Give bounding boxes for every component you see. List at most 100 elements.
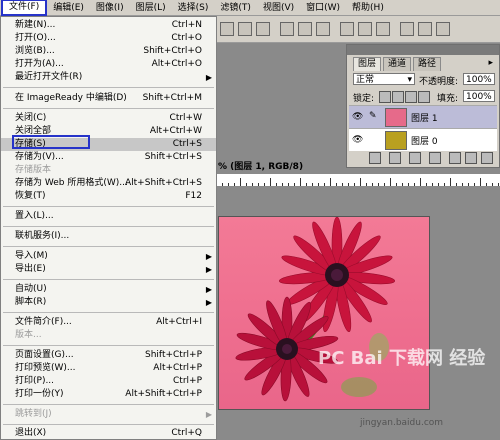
menu-separator [3,404,214,405]
menu-item-scripts[interactable]: 脚本(R) ▶ [1,296,216,309]
lock-all-icon[interactable] [418,91,430,103]
fill-input[interactable]: 100% [463,90,495,102]
layer-row[interactable]: 👁 图层 0 [349,128,497,151]
menu-item-new[interactable]: 新建(N)... Ctrl+N [1,19,216,32]
layer-thumbnail [385,131,407,150]
adjustment-layer-icon[interactable] [429,152,441,164]
layer-style-icon[interactable] [389,152,401,164]
menu-item-browse[interactable]: 浏览(B)... Shift+Ctrl+O [1,45,216,58]
align-left-icon[interactable] [220,22,234,36]
menu-item-open[interactable]: 打开(O)... Ctrl+O [1,32,216,45]
menu-item-edit-in-imageready[interactable]: 在 ImageReady 中编辑(D) Shift+Ctrl+M [1,92,216,105]
align-center-icon[interactable] [238,22,252,36]
submenu-arrow-icon: ▶ [205,265,212,274]
distribute-top-icon[interactable] [340,22,354,36]
menu-item-label: 退出(X) [15,428,47,438]
distribute-right-icon[interactable] [436,22,450,36]
menu-item-versions: 版本... [1,329,216,342]
menu-item-place[interactable]: 置入(L)... [1,210,216,223]
menu-item-save-as[interactable]: 存储为(V)... Shift+Ctrl+S [1,151,216,164]
lock-image-icon[interactable] [392,91,404,103]
eye-icon[interactable]: 👁 [352,112,363,122]
menu-item-print-one-copy[interactable]: 打印一份(Y) Alt+Shift+Ctrl+P [1,388,216,401]
photo-canvas[interactable] [218,216,430,410]
menu-item-label: 新建(N)... [15,20,56,30]
menu-item-label: 文件简介(F)... [15,317,72,327]
menu-item-shortcut: Shift+Ctrl+P [145,350,202,360]
menu-image[interactable]: 图像(I) [90,0,130,16]
ruler-tick [270,178,271,186]
menu-item-exit[interactable]: 退出(X) Ctrl+Q [1,427,216,440]
menu-item-page-setup[interactable]: 页面设置(G)... Shift+Ctrl+P [1,349,216,362]
new-group-icon[interactable] [449,152,461,164]
menu-item-label: 打印一份(Y) [15,389,64,399]
menu-item-shortcut: Ctrl+Q [171,428,202,438]
menu-item-automate[interactable]: 自动(U) ▶ [1,283,216,296]
menu-item-label: 页面设置(G)... [15,350,74,360]
menu-separator [3,108,214,109]
menu-item-print[interactable]: 打印(P)... Ctrl+P [1,375,216,388]
link-layers-icon[interactable] [369,152,381,164]
lock-position-icon[interactable] [405,91,417,103]
layer-actions-bar [347,151,500,165]
menu-item-file-info[interactable]: 文件简介(F)... Alt+Ctrl+I [1,316,216,329]
blend-mode-select[interactable]: 正常 ▾ [353,73,415,85]
menu-separator [3,279,214,280]
tab-layers[interactable]: 图层 [353,57,382,71]
panel-menu-icon[interactable]: ▸ [488,58,493,68]
menu-item-export[interactable]: 导出(E) ▶ [1,263,216,276]
panel-titlebar[interactable] [347,45,499,55]
menu-item-shortcut: Alt+Ctrl+I [156,317,202,327]
distribute-middle-icon[interactable] [358,22,372,36]
menu-item-shortcut: Ctrl+P [173,376,202,386]
distribute-bottom-icon[interactable] [376,22,390,36]
layer-mask-icon[interactable] [409,152,421,164]
lock-transparency-icon[interactable] [379,91,391,103]
menu-window[interactable]: 窗口(W) [300,0,346,16]
menu-item-shortcut: Shift+Ctrl+M [142,93,202,103]
tab-paths[interactable]: 路径 [413,57,442,71]
menu-item-open-as[interactable]: 打开为(A)... Alt+Ctrl+O [1,58,216,71]
align-top-icon[interactable] [280,22,294,36]
blend-mode-value: 正常 [356,75,375,85]
new-layer-icon[interactable] [465,152,477,164]
menu-item-label: 自动(U) [15,284,47,294]
menu-edit[interactable]: 编辑(E) [47,0,90,16]
submenu-arrow-icon: ▶ [205,298,212,307]
ruler-tick [330,178,331,186]
menu-help[interactable]: 帮助(H) [346,0,390,16]
menu-item-import[interactable]: 导入(M) ▶ [1,250,216,263]
trash-icon[interactable] [481,152,493,164]
distribute-left-icon[interactable] [400,22,414,36]
opacity-input[interactable]: 100% [463,73,495,85]
menu-separator [3,226,214,227]
menu-item-online-services[interactable]: 联机服务(I)... [1,230,216,243]
menu-filter[interactable]: 滤镜(T) [214,0,257,16]
menu-item-recent-files[interactable]: 最近打开文件(R) ▶ [1,71,216,84]
menu-item-label: 跳转到(J) [15,409,52,419]
align-right-icon[interactable] [256,22,270,36]
brush-icon: ✎ [369,111,377,121]
eye-icon[interactable]: 👁 [352,135,363,145]
layer-row[interactable]: 👁 ✎ 图层 1 [349,105,497,128]
menu-item-shortcut: Alt+Ctrl+O [151,59,202,69]
menu-item-revert[interactable]: 恢复(T) F12 [1,190,216,203]
menu-item-label: 导出(E) [15,264,46,274]
distribute-center-icon[interactable] [418,22,432,36]
align-middle-icon[interactable] [298,22,312,36]
menu-select[interactable]: 选择(S) [172,0,215,16]
align-bottom-icon[interactable] [316,22,330,36]
tab-channels[interactable]: 通道 [383,57,412,71]
menu-item-shortcut: Ctrl+O [171,33,202,43]
menu-layer[interactable]: 图层(L) [130,0,172,16]
menu-item-label: 存储为 Web 所用格式(W)... [15,178,128,188]
fill-value: 100% [466,92,492,102]
menu-item-label: 脚本(R) [15,297,47,307]
menu-file[interactable]: 文件(F) [1,0,48,16]
opacity-value: 100% [466,75,492,85]
menu-item-print-preview[interactable]: 打印预览(W)... Alt+Ctrl+P [1,362,216,375]
menu-item-close[interactable]: 关闭(C) Ctrl+W [1,112,216,125]
menu-view[interactable]: 视图(V) [257,0,300,16]
menu-item-save-for-web[interactable]: 存储为 Web 所用格式(W)... Alt+Shift+Ctrl+S [1,177,216,190]
ruler-tick [360,178,361,186]
